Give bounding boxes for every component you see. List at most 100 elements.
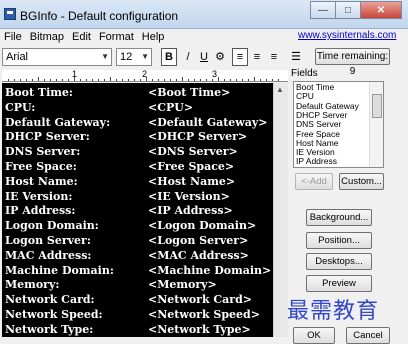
desktops-button[interactable]: Desktops... [306,253,372,270]
ruler-tick [278,79,279,81]
font-select[interactable]: Arial ▼ [2,48,112,66]
font-size-select[interactable]: 12 ▼ [116,48,152,66]
ruler-tick [236,79,237,81]
fields-scroll-thumb[interactable] [372,94,382,118]
align-left-button[interactable]: ≡ [232,48,248,66]
field-label: Network Speed: [5,308,103,321]
window-controls: — □ ✕ [310,1,402,19]
field-placeholder: <Logon Domain> [148,219,257,233]
editor-line: CPU: <CPU> [5,100,193,115]
menu-bitmap[interactable]: Bitmap [26,29,68,45]
italic-button[interactable]: / [180,48,196,66]
ok-button[interactable]: OK [293,327,335,344]
ruler-tick [98,79,99,81]
ruler-tick [266,79,267,81]
preview-button[interactable]: Preview [306,275,372,292]
editor-line: DHCP Server: <DHCP Server> [5,129,247,144]
field-label: Free Space: [5,160,77,173]
fields-list[interactable]: Boot Time CPU Default Gateway DHCP Server DN… [293,81,384,168]
menu-file[interactable]: File [0,29,26,45]
text-editor[interactable]: Boot Time: <Boot Time> CPU: <CPU> Default Ga… [2,83,273,337]
ruler-tick [140,79,141,81]
sysinternals-link[interactable]: www.sysinternals.com [298,30,396,41]
align-center-button[interactable]: ≡ [249,48,265,66]
align-right-button[interactable]: ≡ [266,48,282,66]
field-placeholder: <CPU> [148,100,194,114]
field-label: Logon Domain: [5,219,99,233]
ruler-tick [8,79,9,81]
bullets-button[interactable]: ☰ [288,48,304,66]
editor-line: IE Version: <IE Version> [5,189,230,204]
window-title: BGInfo - Default configuration [20,9,179,23]
field-placeholder: <Boot Time> [148,86,231,99]
time-remaining-button[interactable]: Time remaining: 9 [315,48,390,77]
scroll-up-icon[interactable]: ▲ [276,85,284,94]
close-button[interactable]: ✕ [360,1,402,19]
editor-line: Boot Time: <Boot Time> [5,85,230,100]
field-label: Network Type: [5,322,94,336]
field-placeholder: <MAC Address> [148,248,249,262]
field-label: Host Name: [5,174,78,188]
ruler-tick [230,79,231,81]
watermark-text: 最需教育 [287,299,380,324]
editor-line: Free Space: <Free Space> [5,159,234,174]
add-field-button[interactable]: <-Add [295,173,333,190]
ruler-number: 2 [142,69,148,79]
ruler-tick [20,79,21,81]
maximize-button[interactable]: □ [335,1,361,19]
minimize-button[interactable]: — [310,1,336,19]
ruler-tick [272,79,273,81]
editor-line: Memory: <Memory> [5,277,217,292]
field-label: IP Address: [5,204,76,218]
field-list-item[interactable]: CPU [296,92,314,101]
font-size-value: 12 [120,51,133,63]
field-placeholder: <DNS Server> [148,145,238,159]
custom-field-button[interactable]: Custom... [339,173,384,190]
editor-line: Machine Domain: <Machine Domain> [5,263,271,278]
editor-line: Network Card: <Network Card> [5,292,252,307]
fields-scrollbar[interactable] [369,82,383,167]
field-label: Boot Time: [5,86,73,99]
ruler-tick [206,79,207,81]
bold-button[interactable]: B [161,48,177,66]
field-placeholder: <IE Version> [148,189,230,203]
ruler-tick [212,79,213,81]
editor-line: Logon Domain: <Logon Domain> [5,218,256,233]
field-label: DNS Server: [5,145,81,159]
menu-edit[interactable]: Edit [68,29,95,45]
ruler-number: 3 [212,69,218,79]
field-placeholder: <Network Card> [148,293,252,307]
background-button[interactable]: Background... [306,209,372,226]
editor-line: MAC Address: <MAC Address> [5,248,249,263]
field-placeholder: <Default Gateway> [148,115,268,129]
position-button[interactable]: Position... [306,232,372,249]
ruler-tick [86,79,87,81]
menu-help[interactable]: Help [138,29,169,45]
field-list-item[interactable]: IP Address [296,157,337,166]
field-placeholder: <Memory> [148,278,217,292]
cancel-button[interactable]: Cancel [346,327,390,344]
ruler-tick [68,79,69,81]
ruler-tick [80,79,81,81]
editor-line: Logon Server: <Logon Server> [5,233,248,248]
ruler-tick [254,77,255,81]
menu-format[interactable]: Format [95,29,138,45]
ruler: 1 2 3 [2,69,288,82]
ruler-tick [152,79,153,81]
field-label: Default Gateway: [5,115,111,129]
editor-line: DNS Server: <DNS Server> [5,144,238,159]
editor-scrollbar[interactable]: ▲ [273,83,288,337]
color-button[interactable]: ⚙ [212,48,228,66]
field-label: IE Version: [5,189,73,203]
chevron-down-icon: ▼ [101,52,109,61]
ruler-tick [110,77,111,81]
field-list-item[interactable]: DNS Server [296,120,341,129]
underline-button[interactable]: U [196,48,212,66]
field-placeholder: <Free Space> [148,160,235,173]
ruler-tick [92,79,93,81]
ruler-tick [176,79,177,81]
editor-line: Default Gateway: <Default Gateway> [5,115,268,130]
field-label: MAC Address: [5,248,92,262]
ruler-tick [224,79,225,81]
field-label: CPU: [5,100,36,114]
